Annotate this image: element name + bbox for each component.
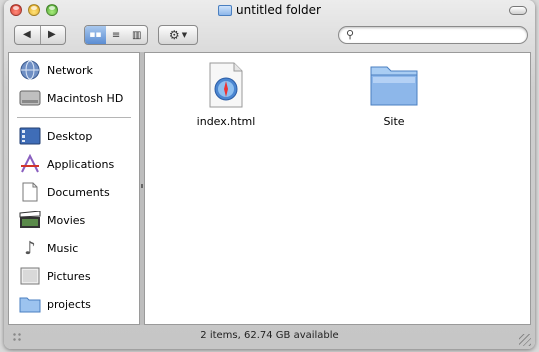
search-field[interactable]: ⚲	[338, 26, 528, 44]
sidebar-item-label: Applications	[47, 157, 115, 171]
folder-icon	[18, 293, 42, 315]
sidebar-item-music[interactable]: ♪ Music	[9, 235, 139, 261]
sidebar-item-desktop[interactable]: Desktop	[9, 123, 139, 149]
forward-arrow-icon[interactable]: ▶	[48, 29, 56, 40]
window-title: untitled folder	[4, 3, 535, 19]
sidebar-item-label: Music	[47, 241, 79, 255]
hard-disk-icon	[18, 87, 42, 109]
desktop-icon	[18, 125, 42, 147]
action-menu-button[interactable]: ⚙ ▼	[158, 25, 198, 45]
gear-icon: ⚙	[168, 28, 180, 42]
sidebar-item-movies[interactable]: Movies	[9, 207, 139, 233]
sidebar-item-label: Pictures	[47, 269, 91, 283]
splitter-handle[interactable]	[141, 184, 143, 188]
folder-icon	[367, 61, 421, 109]
file-name: Site	[383, 115, 405, 128]
network-globe-icon	[18, 59, 42, 81]
sidebar-item-label: Documents	[47, 185, 110, 199]
file-item-site[interactable]: Site	[349, 61, 439, 128]
window-title-text: untitled folder	[236, 3, 321, 17]
list-view-button[interactable]: ≡	[106, 30, 127, 41]
window-resize-grip[interactable]	[519, 334, 531, 346]
music-note-icon: ♪	[24, 237, 36, 259]
status-text: 2 items, 62.74 GB available	[200, 330, 339, 341]
sidebar-item-label: Desktop	[47, 129, 93, 143]
status-bar: 2 items, 62.74 GB available	[4, 325, 535, 349]
icon-view-button[interactable]: ▪▪	[85, 26, 106, 44]
list-icon: ≡	[111, 29, 121, 41]
sidebar-item-projects[interactable]: projects	[9, 291, 139, 317]
folder-icon	[218, 4, 233, 16]
search-icon: ⚲	[346, 28, 355, 41]
chevron-down-icon: ▼	[181, 31, 188, 39]
sidebar-divider	[17, 117, 131, 118]
file-browser: index.html Site	[144, 52, 531, 325]
sidebar-item-label: projects	[47, 297, 91, 311]
back-forward-control: ◀ ▶	[14, 25, 66, 45]
view-mode-control: ▪▪ ≡ ▥	[84, 25, 148, 45]
sidebar-item-network[interactable]: Network	[9, 57, 139, 83]
sidebar-item-applications[interactable]: Applications	[9, 151, 139, 177]
sidebar-item-documents[interactable]: Documents	[9, 179, 139, 205]
pictures-icon	[18, 265, 42, 287]
movies-clapper-icon	[18, 209, 42, 231]
sidebar: Network Macintosh HD Desktop Application…	[8, 52, 140, 325]
applications-icon	[18, 153, 42, 175]
sidebar-item-macintosh-hd[interactable]: Macintosh HD	[9, 85, 139, 111]
columns-icon: ▥	[131, 29, 142, 41]
file-name: index.html	[196, 115, 256, 128]
sidebar-item-label: Movies	[47, 213, 86, 227]
search-input[interactable]	[359, 28, 523, 44]
column-view-button[interactable]: ▥	[126, 30, 147, 41]
toolbar-toggle-button[interactable]	[509, 6, 527, 15]
documents-icon	[18, 181, 42, 203]
finder-window: untitled folder ◀ ▶ ▪▪ ≡ ▥ ⚙ ▼ ⚲ Network…	[4, 0, 535, 349]
sidebar-item-label: Network	[47, 63, 93, 77]
sidebar-item-pictures[interactable]: Pictures	[9, 263, 139, 289]
sidebar-item-label: Macintosh HD	[47, 91, 124, 105]
file-item-index-html[interactable]: index.html	[181, 61, 271, 128]
title-bar[interactable]: untitled folder	[4, 0, 535, 20]
back-arrow-icon[interactable]: ◀	[23, 29, 31, 40]
grid-icon: ▪▪	[89, 30, 102, 40]
safari-document-icon	[206, 61, 246, 109]
